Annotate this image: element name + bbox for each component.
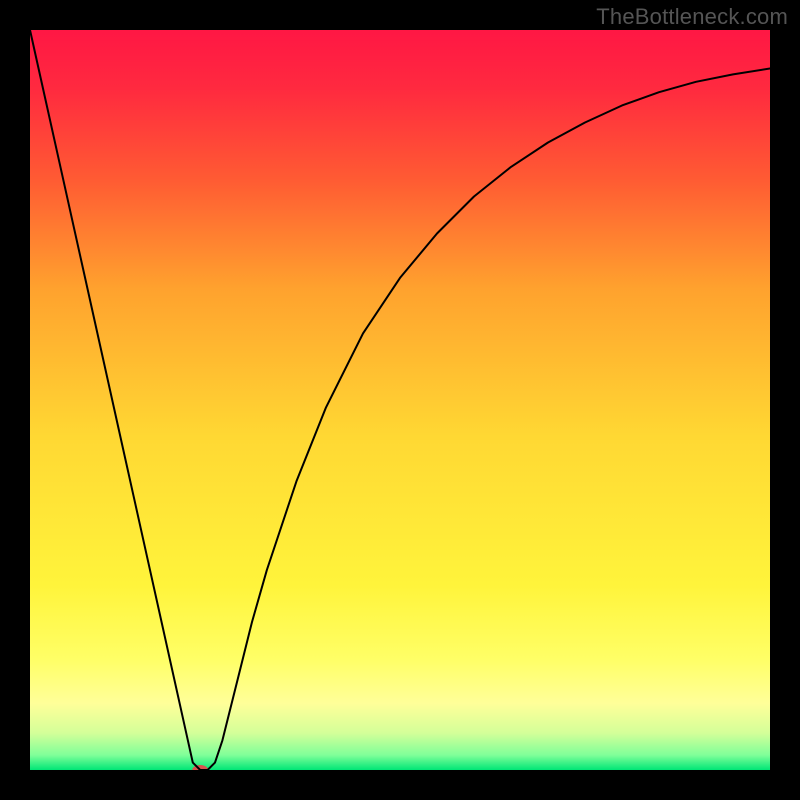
- chart-frame: TheBottleneck.com: [0, 0, 800, 800]
- watermark-text: TheBottleneck.com: [596, 4, 788, 30]
- plot-area: [30, 30, 770, 770]
- chart-svg: [30, 30, 770, 770]
- gradient-background: [30, 30, 770, 770]
